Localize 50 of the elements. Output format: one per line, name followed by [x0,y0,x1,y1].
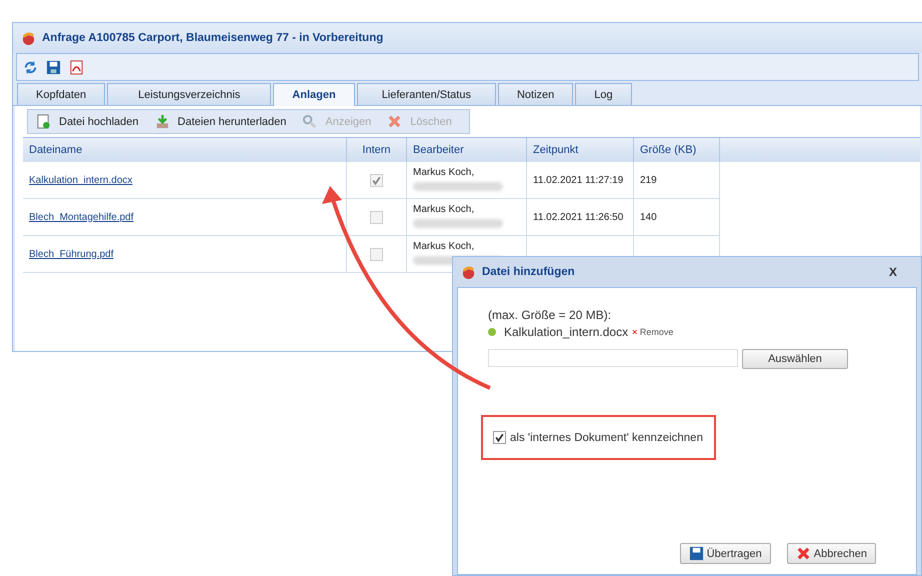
choose-button[interactable]: Auswählen [742,349,848,369]
column-header[interactable]: Größe (KB) [634,138,720,162]
save-icon[interactable] [46,60,61,74]
tab[interactable]: Notizen [498,83,574,105]
pdf-icon[interactable] [69,60,84,74]
file-link[interactable]: Blech_Führung.pdf [29,248,114,260]
tab[interactable]: Log [575,83,632,105]
editor-name: Markus Koch, [413,241,476,252]
close-button[interactable]: X [882,264,903,280]
app-logo-icon [21,30,36,46]
tab[interactable]: Kopfdaten [17,83,106,105]
file-input-field[interactable] [488,349,738,367]
column-header[interactable]: Intern [347,138,407,162]
download-button[interactable]: Dateien herunterladen [152,112,294,131]
internal-checkbox[interactable] [493,431,506,444]
magnifier-icon [302,114,318,129]
window-title: Anfrage A100785 Carport, Blaumeisenweg 77 - in Vorbereitung [42,32,384,44]
column-header[interactable]: Zeitpunkt [527,138,634,162]
editor-name: Markus Koch, [413,204,476,215]
status-dot-icon [488,328,496,336]
cross-icon [796,546,811,561]
size-hint: (max. Größe = 20 MB): [488,308,612,322]
checkbox-label: als 'internes Dokument' kennzeichnen [510,432,703,444]
intern-checkbox[interactable] [370,174,383,186]
transfer-button[interactable]: Übertragen [680,543,771,564]
intern-checkbox[interactable] [370,248,383,260]
document-add-icon [36,114,51,129]
file-link[interactable]: Kalkulation_intern.docx [29,174,132,186]
column-header[interactable]: Dateiname [23,138,347,162]
intern-checkbox[interactable] [370,210,383,224]
download-icon [154,114,170,129]
dialog-title: Datei hinzufügen [482,266,575,278]
file-name: Kalkulation_intern.docx [504,325,628,339]
refresh-icon[interactable] [23,60,38,74]
timestamp: 11.02.2021 11:27:19 [533,174,624,186]
remove-link[interactable]: × Remove [632,327,674,337]
tab[interactable]: Anlagen [273,83,355,106]
tab[interactable]: Lieferanten/Status [356,83,496,105]
cross-icon [387,114,402,129]
save-icon [688,546,704,561]
upload-button[interactable]: Datei hochladen [34,112,147,131]
tab[interactable]: Leistungsverzeichnis [107,83,272,105]
column-header[interactable]: Bearbeiter [407,138,527,162]
file-size: 219 [640,174,657,186]
timestamp: 11.02.2021 11:26:50 [533,212,624,222]
file-link[interactable]: Blech_Montagehilfe.pdf [29,212,134,222]
app-logo-icon [461,264,476,280]
cancel-button[interactable]: Abbrechen [786,543,876,564]
file-size: 140 [640,212,657,222]
editor-name: Markus Koch, [413,167,476,178]
